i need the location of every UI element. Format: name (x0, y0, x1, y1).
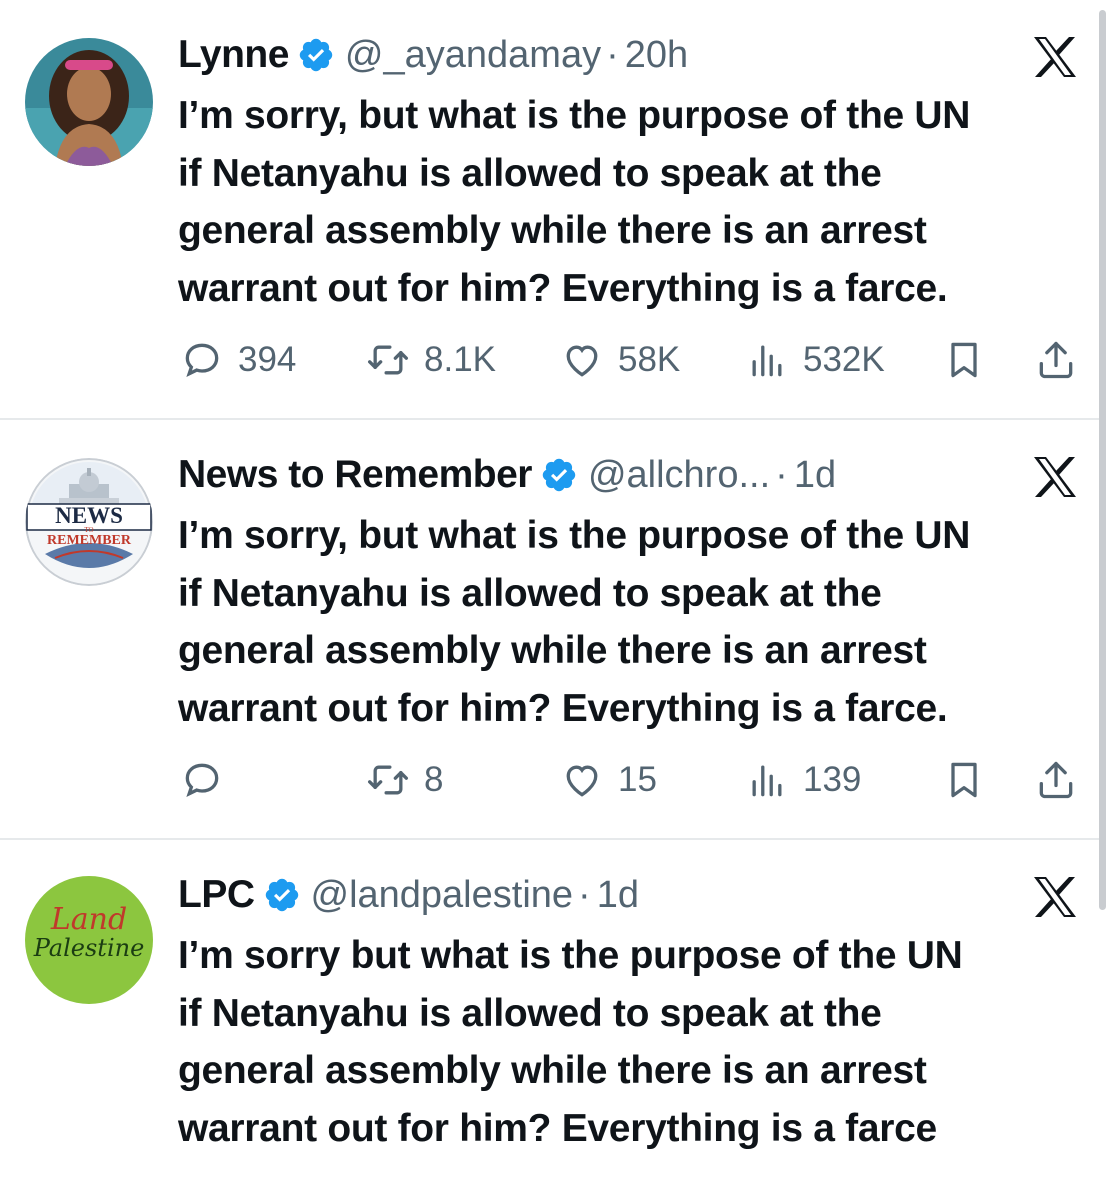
repost-count: 8 (424, 760, 444, 799)
reply-icon (185, 343, 219, 377)
views-icon (752, 765, 782, 797)
like-count: 58K (618, 340, 681, 379)
tweet-text: I’m sorry, but what is the purpose of th… (178, 507, 1078, 737)
timestamp[interactable]: 20h (625, 34, 688, 77)
avatar-lynne[interactable] (25, 38, 153, 166)
share-button[interactable] (1034, 338, 1078, 382)
like-count: 15 (618, 760, 657, 799)
tweet-header: News to Remember @allchro... · 1d (178, 450, 836, 500)
views-button[interactable]: 532K (745, 338, 885, 382)
tweet-text-line: warrant out for him? Everything is a far… (178, 686, 948, 730)
tweet-text-line: general assembly while there is an arres… (178, 629, 927, 672)
avatar-logo-word: Palestine (33, 933, 145, 962)
tweet-text-line: if Netanyahu is allowed to speak at the (178, 571, 882, 615)
handle[interactable]: @allchro... (588, 454, 770, 497)
tweet-header: LPC @landpalestine · 1d (178, 870, 639, 920)
avatar-lpc[interactable]: Land Palestine (25, 876, 153, 1004)
views-icon (752, 345, 782, 377)
scrollbar[interactable] (1099, 10, 1106, 910)
tweet-text: I’m sorry, but what is the purpose of th… (178, 87, 1078, 317)
tweet-lynne[interactable]: Lynne @_ayandamay · 20h I’m sorry, but w… (0, 0, 1100, 418)
views-button[interactable]: 139 (745, 758, 861, 802)
separator-dot: · (775, 453, 788, 496)
tweet-text-line: if Netanyahu is allowed to speak at the (178, 991, 882, 1035)
timestamp[interactable]: 1d (597, 874, 639, 917)
tweet-text: I’m sorry but what is the purpose of the… (178, 927, 1078, 1157)
avatar-logo-word: Land (50, 902, 128, 937)
bookmark-button[interactable] (942, 758, 986, 802)
like-button[interactable]: 15 (560, 758, 657, 802)
bookmark-icon (951, 342, 977, 378)
tweet-header: Lynne @_ayandamay · 20h (178, 30, 688, 80)
tweet-text-line: I’m sorry but what is the purpose of the… (178, 934, 963, 977)
tweet-text-line: general assembly while there is an arres… (178, 1049, 927, 1092)
handle[interactable]: @landpalestine (311, 874, 574, 917)
avatar-logo-text: NEWS TO REMEMBER (25, 504, 153, 548)
repost-icon (368, 345, 408, 375)
verified-badge-icon (540, 456, 578, 494)
x-logo-icon (1032, 876, 1078, 918)
tweet-text-line: I’m sorry, but what is the purpose of th… (178, 514, 971, 557)
repost-button[interactable]: 8 (366, 758, 443, 802)
avatar-logo-text: Land Palestine (25, 904, 153, 961)
share-icon (1039, 341, 1073, 379)
reply-icon (185, 763, 219, 797)
tweet-text-line: general assembly while there is an arres… (178, 209, 927, 252)
repost-button[interactable]: 8.1K (366, 338, 496, 382)
reply-count: 394 (238, 340, 297, 379)
tweet-lpc[interactable]: Land Palestine LPC @landpalestine · 1d I… (0, 840, 1100, 1200)
tweet-news-to-remember[interactable]: NEWS TO REMEMBER News to Remember @allch… (0, 420, 1100, 838)
tweet-actions: 394 8.1K 58K 532K (0, 338, 1100, 382)
bookmark-button[interactable] (942, 338, 986, 382)
views-count: 532K (803, 340, 885, 379)
reply-button[interactable] (180, 758, 238, 802)
share-icon (1039, 761, 1073, 799)
x-logo-icon (1032, 36, 1078, 78)
display-name[interactable]: LPC (178, 873, 255, 917)
heart-icon (566, 345, 598, 377)
separator-dot: · (578, 873, 591, 916)
tweet-text-line: warrant out for him? Everything is a far… (178, 266, 948, 310)
share-button[interactable] (1034, 758, 1078, 802)
separator-dot: · (606, 33, 619, 76)
tweet-text-line: I’m sorry, but what is the purpose of th… (178, 94, 971, 137)
repost-count: 8.1K (424, 340, 496, 379)
bookmark-icon (951, 762, 977, 798)
verified-badge-icon (263, 876, 301, 914)
handle[interactable]: @_ayandamay (345, 34, 601, 77)
display-name[interactable]: News to Remember (178, 453, 532, 497)
tweet-actions: 8 15 139 (0, 758, 1100, 802)
display-name[interactable]: Lynne (178, 33, 289, 77)
verified-badge-icon (297, 36, 335, 74)
repost-icon (368, 765, 408, 795)
reply-button[interactable]: 394 (180, 338, 296, 382)
like-button[interactable]: 58K (560, 338, 680, 382)
tweet-text-line: if Netanyahu is allowed to speak at the (178, 151, 882, 195)
heart-icon (566, 765, 598, 797)
avatar-logo-word: NEWS (55, 503, 123, 528)
tweet-text-line: warrant out for him? Everything is a far… (178, 1106, 937, 1150)
timestamp[interactable]: 1d (794, 454, 836, 497)
views-count: 139 (803, 760, 862, 799)
x-logo-icon (1032, 456, 1078, 498)
avatar-news-to-remember[interactable]: NEWS TO REMEMBER (25, 458, 153, 586)
avatar-logo-word: REMEMBER (47, 533, 131, 548)
